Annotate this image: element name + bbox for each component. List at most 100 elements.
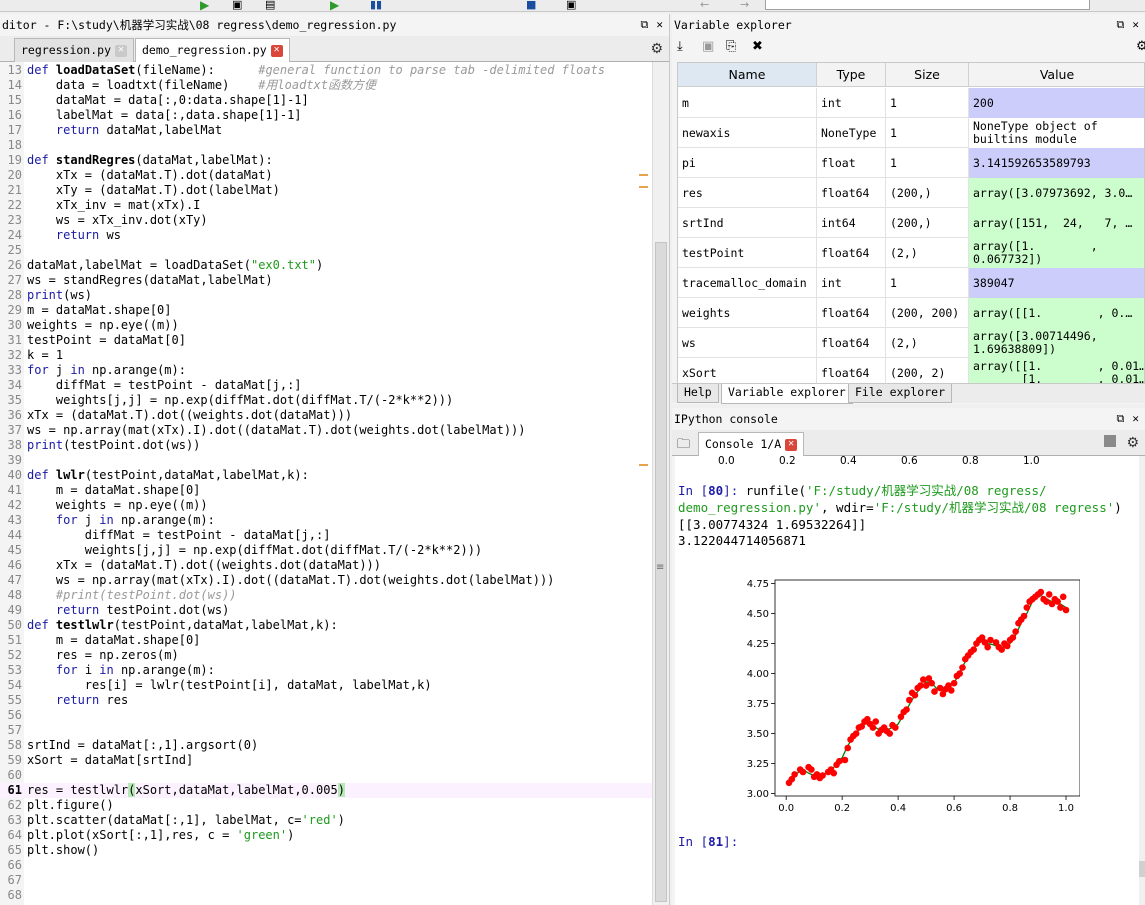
code-line[interactable]: 34 diffMat = testPoint - dataMat[j,:]: [0, 378, 652, 393]
code-line[interactable]: 46 xTx = (dataMat.T).dot((weights.dot(da…: [0, 558, 652, 573]
tab-demo-regression[interactable]: demo_regression.py ✕: [135, 38, 290, 63]
code-line[interactable]: 13 def loadDataSet(fileName): #general fu…: [0, 63, 652, 78]
code-line[interactable]: 16 labelMat = data[:,data.shape[1]-1]: [0, 108, 652, 123]
code-line[interactable]: 68: [0, 888, 652, 903]
code-line[interactable]: 52 res = np.zeros(m): [0, 648, 652, 663]
gear-icon[interactable]: ⚙: [650, 41, 663, 57]
code-line[interactable]: 24 return ws: [0, 228, 652, 243]
variable-row[interactable]: res float64 (200,) array([3.07973692, 3.0…: [678, 178, 1144, 208]
code-line[interactable]: 49 return testPoint.dot(ws): [0, 603, 652, 618]
code-line[interactable]: 38 print(testPoint.dot(ws)): [0, 438, 652, 453]
code-line[interactable]: 63 plt.scatter(dataMat[:,1], labelMat, c=…: [0, 813, 652, 828]
code-line[interactable]: 26 dataMat,labelMat = loadDataSet("ex0.tx…: [0, 258, 652, 273]
column-header-size[interactable]: Size: [886, 63, 969, 87]
import-data-icon[interactable]: ⤓: [677, 39, 683, 54]
variable-row[interactable]: weights float64 (200, 200) array([[1. , 0.…: [678, 298, 1144, 328]
gear-icon[interactable]: ⚙: [1136, 39, 1145, 54]
code-line[interactable]: 32 k = 1: [0, 348, 652, 363]
code-line[interactable]: 54 res[i] = lwlr(testPoint[i], dataMat, …: [0, 678, 652, 693]
code-line[interactable]: 27 ws = standRegres(dataMat,labelMat): [0, 273, 652, 288]
code-line[interactable]: 28 print(ws): [0, 288, 652, 303]
code-line[interactable]: 17 return dataMat,labelMat: [0, 123, 652, 138]
code-line[interactable]: 50 def testlwlr(testPoint,dataMat,labelMa…: [0, 618, 652, 633]
code-line[interactable]: 20 xTx = (dataMat.T).dot(dataMat): [0, 168, 652, 183]
code-line[interactable]: 40 def lwlr(testPoint,dataMat,labelMat,k)…: [0, 468, 652, 483]
close-pane-icon[interactable]: ✕: [1132, 412, 1139, 425]
save-data-icon[interactable]: ▣: [702, 39, 714, 54]
run-cell-icon[interactable]: ▣: [232, 0, 248, 10]
stop-kernel-icon[interactable]: [1104, 435, 1116, 447]
close-tab-icon[interactable]: ✕: [785, 438, 798, 451]
code-line[interactable]: 47 ws = np.array(mat(xTx).I).dot((dataMa…: [0, 573, 652, 588]
warning-marker[interactable]: [639, 174, 648, 176]
close-tab-icon[interactable]: ✕: [115, 44, 128, 57]
code-line[interactable]: 55 return res: [0, 693, 652, 708]
code-line[interactable]: 41 m = dataMat.shape[0]: [0, 483, 652, 498]
code-line[interactable]: 39: [0, 453, 652, 468]
code-line[interactable]: 18: [0, 138, 652, 153]
tab-console[interactable]: Console 1/A ✕: [698, 432, 805, 457]
code-line[interactable]: 62 plt.figure(): [0, 798, 652, 813]
undock-icon[interactable]: ⧉: [641, 18, 649, 31]
code-line[interactable]: 65 plt.show(): [0, 843, 652, 858]
code-line[interactable]: 33 for j in np.arange(m):: [0, 363, 652, 378]
code-line[interactable]: 19 def standRegres(dataMat,labelMat):: [0, 153, 652, 168]
code-editor[interactable]: 13 def loadDataSet(fileName): #general fu…: [0, 62, 652, 905]
maximize-icon[interactable]: ▣: [566, 0, 582, 10]
working-directory-input[interactable]: [765, 0, 1090, 10]
close-tab-icon[interactable]: ✕: [270, 44, 283, 57]
undock-icon[interactable]: ⧉: [1117, 18, 1125, 31]
close-pane-icon[interactable]: ✕: [1132, 18, 1139, 31]
back-arrow-icon[interactable]: ←: [700, 0, 716, 10]
code-line[interactable]: 51 m = dataMat.shape[0]: [0, 633, 652, 648]
save-as-icon[interactable]: ⎘: [726, 39, 736, 54]
code-line[interactable]: 59 xSort = dataMat[srtInd]: [0, 753, 652, 768]
code-line[interactable]: 57: [0, 723, 652, 738]
folder-icon[interactable]: 🗀: [677, 435, 690, 457]
code-line[interactable]: 36 xTx = (dataMat.T).dot((weights.dot(dat…: [0, 408, 652, 423]
code-line[interactable]: 60: [0, 768, 652, 783]
code-line[interactable]: 48 #print(testPoint.dot(ws)): [0, 588, 652, 603]
code-line[interactable]: 58 srtInd = dataMat[:,1].argsort(0): [0, 738, 652, 753]
variable-row[interactable]: srtInd int64 (200,) array([151, 24, 7, …: [678, 208, 1144, 238]
forward-arrow-icon[interactable]: →: [740, 0, 756, 10]
variable-row[interactable]: pi float 1 3.141592653589793: [678, 148, 1144, 178]
editor-scrollbar[interactable]: ≡: [639, 62, 669, 905]
code-line[interactable]: 42 weights = np.eye((m)): [0, 498, 652, 513]
console-scrollbar[interactable]: [1139, 456, 1145, 905]
code-line[interactable]: 61 res = testlwlr(xSort,dataMat,labelMat,…: [0, 783, 652, 798]
code-line[interactable]: 31 testPoint = dataMat[0]: [0, 333, 652, 348]
warning-marker[interactable]: [639, 186, 648, 188]
code-line[interactable]: 37 ws = np.array(mat(xTx).I).dot((dataMat…: [0, 423, 652, 438]
variable-row[interactable]: newaxis NoneType 1 NoneType object of built…: [678, 118, 1144, 148]
code-line[interactable]: 23 ws = xTx_inv.dot(xTy): [0, 213, 652, 228]
code-line[interactable]: 43 for j in np.arange(m):: [0, 513, 652, 528]
variable-row[interactable]: testPoint float64 (2,) array([1. , 0.067732…: [678, 238, 1144, 268]
remove-all-icon[interactable]: ✖: [752, 39, 763, 54]
run-icon[interactable]: ▶: [200, 0, 216, 11]
console-output[interactable]: 0.0 0.2 0.4 0.6 0.8 1.0 In [80]: runfile('F:/…: [675, 456, 1139, 905]
column-header-name[interactable]: Name: [678, 63, 817, 87]
stop-icon[interactable]: ■: [526, 0, 542, 10]
code-line[interactable]: 67: [0, 873, 652, 888]
code-line[interactable]: 21 xTy = (dataMat.T).dot(labelMat): [0, 183, 652, 198]
debug-icon[interactable]: ▶: [330, 0, 346, 11]
code-line[interactable]: 35 weights[j,j] = np.exp(diffMat.dot(dif…: [0, 393, 652, 408]
code-line[interactable]: 66: [0, 858, 652, 873]
code-line[interactable]: 44 diffMat = testPoint - dataMat[j,:]: [0, 528, 652, 543]
column-header-type[interactable]: Type: [817, 63, 886, 87]
variable-row[interactable]: m int 1 200: [678, 88, 1144, 118]
code-line[interactable]: 29 m = dataMat.shape[0]: [0, 303, 652, 318]
undock-icon[interactable]: ⧉: [1117, 412, 1125, 425]
code-line[interactable]: 25: [0, 243, 652, 258]
warning-marker[interactable]: [639, 464, 648, 466]
code-line[interactable]: 22 xTx_inv = mat(xTx).I: [0, 198, 652, 213]
run-selection-icon[interactable]: ▤: [265, 0, 281, 10]
close-pane-icon[interactable]: ✕: [656, 18, 663, 31]
tab-file-explorer[interactable]: File explorer: [848, 384, 953, 403]
tab-variable-explorer[interactable]: Variable explorer: [721, 384, 853, 404]
code-line[interactable]: 15 dataMat = data[:,0:data.shape[1]-1]: [0, 93, 652, 108]
code-line[interactable]: 45 weights[j,j] = np.exp(diffMat.dot(dif…: [0, 543, 652, 558]
tab-help[interactable]: Help: [677, 384, 719, 403]
code-line[interactable]: 64 plt.plot(xSort[:,1],res, c = 'green'): [0, 828, 652, 843]
